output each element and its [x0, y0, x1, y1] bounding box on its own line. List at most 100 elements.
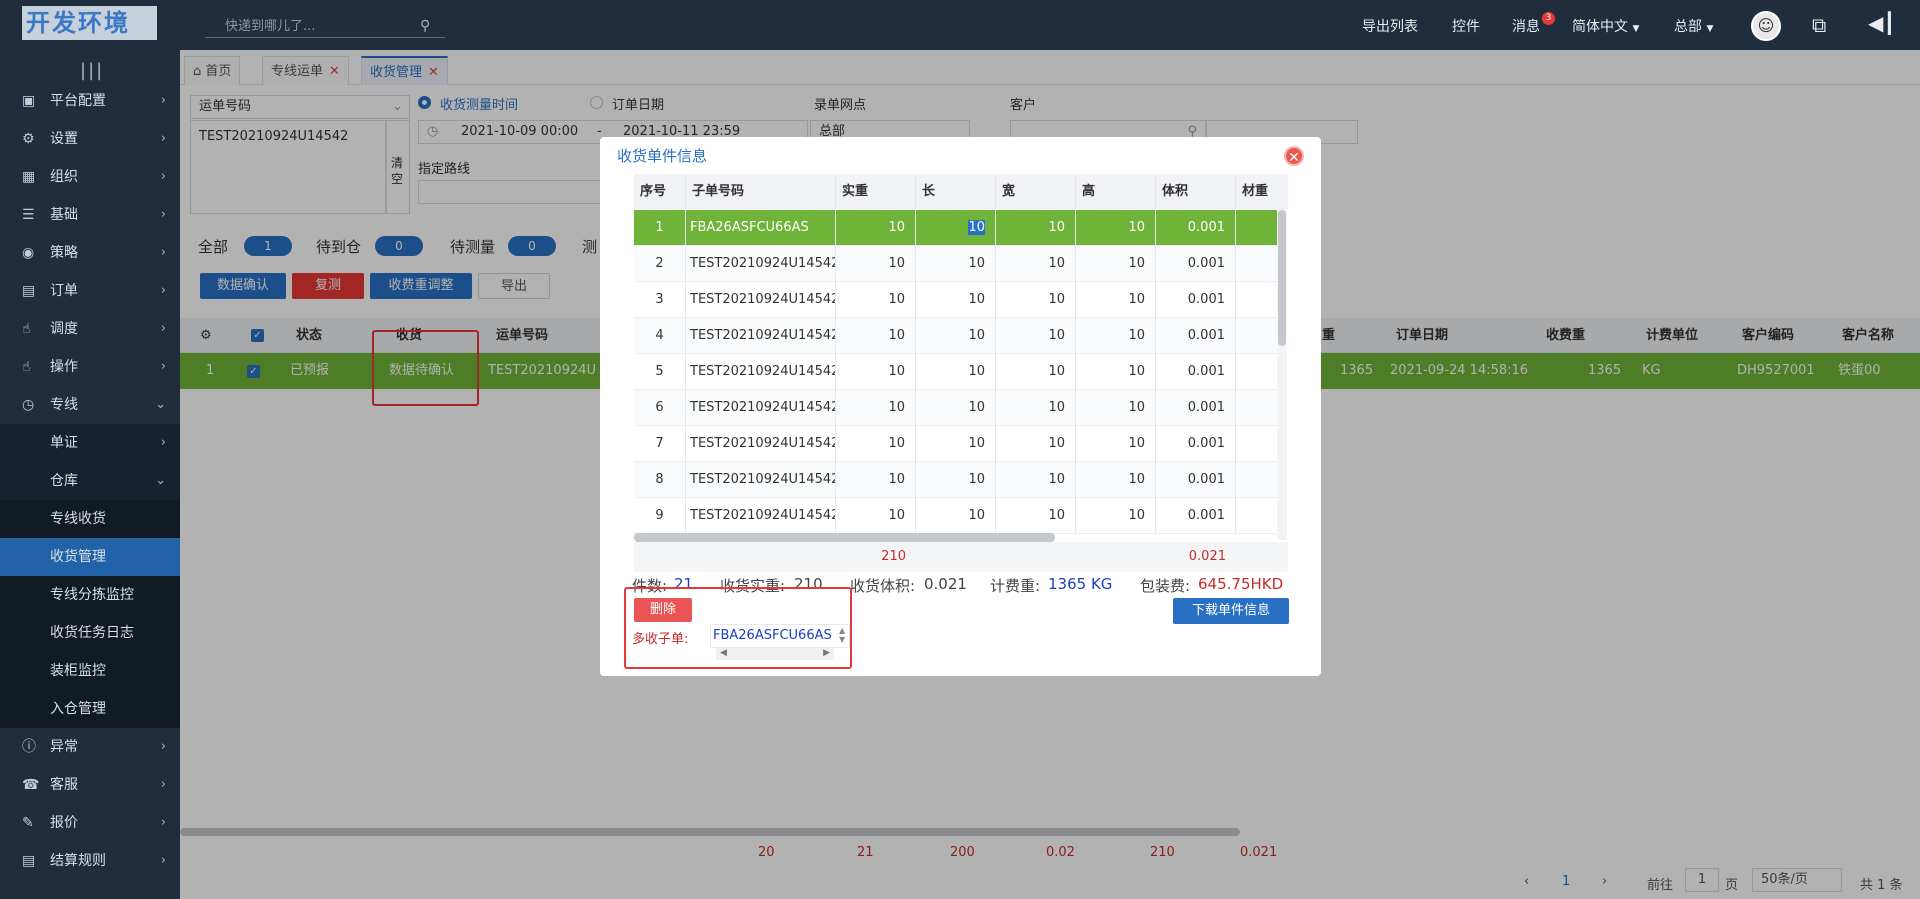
dialog-row-cell[interactable]: 10 — [836, 390, 916, 426]
chevron-right-icon: › — [160, 739, 166, 754]
dialog-row-cell[interactable]: 10 — [996, 390, 1076, 426]
dialog-row-cell[interactable]: 0.001 — [1156, 426, 1236, 462]
dialog-row-cell[interactable]: 10 — [1076, 246, 1156, 282]
sidebar-item-strategy[interactable]: ◉ 策略 › — [0, 234, 180, 272]
dialog-row-cell[interactable]: 10 — [836, 210, 916, 246]
search-icon[interactable]: ⚲ — [420, 18, 430, 34]
layers-icon: ☰ — [22, 207, 35, 223]
dialog-row-cell[interactable]: 10 — [1076, 498, 1156, 534]
dialog-row-cell[interactable]: 10 — [836, 354, 916, 390]
dialog-row-cell[interactable]: 0.001 — [1156, 282, 1236, 318]
dialog-row-cell[interactable]: 10 — [996, 282, 1076, 318]
sidebar-item-orders[interactable]: ▤ 订单 › — [0, 272, 180, 310]
sidebar-toggle-icon[interactable]: ||| — [80, 60, 104, 81]
sidebar-item-label: 基础 — [50, 207, 78, 223]
sidebar-item-receiving-log[interactable]: 收货任务日志 — [0, 614, 180, 652]
dialog-row-cell[interactable]: 10 — [996, 354, 1076, 390]
dialog-row-cell[interactable]: 10 — [1076, 426, 1156, 462]
sidebar-item-platform[interactable]: ▣ 平台配置 › — [0, 82, 180, 120]
close-icon[interactable]: ✕ — [1284, 146, 1304, 166]
language-select[interactable]: 简体中文 ▼ — [1572, 16, 1639, 36]
list-icon: ▤ — [22, 283, 36, 299]
download-pieces-button[interactable]: 下载单件信息 — [1173, 598, 1289, 624]
dialog-row-cell — [1236, 426, 1278, 462]
fullscreen-icon[interactable]: ⧉ — [1812, 13, 1826, 37]
dialog-row-cell[interactable]: 0.001 — [1156, 210, 1236, 246]
dialog-row-cell[interactable]: 10 — [916, 210, 996, 246]
sidebar-item-basic[interactable]: ☰ 基础 › — [0, 196, 180, 234]
dialog-row-cell[interactable]: 10 — [836, 462, 916, 498]
dialog-row-cell[interactable]: 0.001 — [1156, 354, 1236, 390]
dialog-row-cell[interactable]: 0.001 — [1156, 318, 1236, 354]
avatar[interactable]: ☺ — [1751, 11, 1781, 41]
sidebar-item-dispatch[interactable]: ☝ 调度 › — [0, 310, 180, 348]
sidebar-item-label: 专线分拣监控 — [50, 587, 134, 603]
quick-search-input[interactable]: 快递到哪儿了... — [205, 16, 445, 38]
sidebar-item-exception[interactable]: ⓘ 异常 › — [0, 728, 180, 766]
dialog-row-cell[interactable]: 0.001 — [1156, 390, 1236, 426]
messages-link[interactable]: 消息 — [1512, 16, 1540, 36]
sidebar-item-service[interactable]: ☎ 客服 › — [0, 766, 180, 804]
sidebar-item-settlement[interactable]: ▤ 结算规则 › — [0, 842, 180, 880]
dialog-row-cell[interactable]: 10 — [836, 426, 916, 462]
sidebar-item-inbound-management[interactable]: 入仓管理 — [0, 690, 180, 728]
branch-select[interactable]: 总部 ▼ — [1674, 16, 1713, 36]
sidebar-item-receiving-management[interactable]: 收货管理 — [0, 538, 180, 576]
sidebar-item-sort-monitor[interactable]: 专线分拣监控 — [0, 576, 180, 614]
dialog-row-cell[interactable]: 10 — [1076, 462, 1156, 498]
dialog-row-cell[interactable]: 10 — [1076, 282, 1156, 318]
sidebar-item-settings[interactable]: ⚙ 设置 › — [0, 120, 180, 158]
dialog-row-cell[interactable]: 10 — [916, 354, 996, 390]
sidebar-item-label: 异常 — [50, 739, 78, 755]
dialog-row-cell[interactable]: 10 — [996, 498, 1076, 534]
dialog-row-cell — [1236, 210, 1278, 246]
dialog-row-cell[interactable]: 10 — [916, 498, 996, 534]
charge-weight-value: 1365 KG — [1048, 575, 1113, 593]
sidebar-item-warehouse[interactable]: 仓库 ⌄ — [0, 462, 180, 500]
dialog-row-cell[interactable]: 10 — [1076, 390, 1156, 426]
dialog-row-cell[interactable]: 10 — [1076, 318, 1156, 354]
sidebar-item-label: 收货任务日志 — [50, 625, 134, 641]
sidebar-item-operation[interactable]: ☝ 操作 › — [0, 348, 180, 386]
collapse-panel-icon[interactable]: ◀┃ — [1868, 11, 1895, 35]
dialog-row-cell[interactable]: 10 — [996, 318, 1076, 354]
dialog-row-cell[interactable]: 10 — [916, 426, 996, 462]
sidebar-item-dedicated-line[interactable]: ◷ 专线 ⌄ — [0, 386, 180, 424]
dialog-row-cell[interactable]: 10 — [916, 246, 996, 282]
dialog-row-cell[interactable]: 10 — [836, 246, 916, 282]
gear-icon: ⚙ — [22, 131, 35, 147]
dialog-row-cell[interactable]: 10 — [1076, 354, 1156, 390]
receive-volume-label: 收货体积: — [850, 577, 916, 595]
sidebar-item-documents[interactable]: 单证 › — [0, 424, 180, 462]
sidebar-item-line-receiving[interactable]: 专线收货 — [0, 500, 180, 538]
app-logo: 开发环境 — [22, 6, 157, 40]
dialog-row-cell[interactable]: 10 — [996, 426, 1076, 462]
dialog-row-cell[interactable]: 10 — [916, 282, 996, 318]
dialog-horizontal-scrollbar[interactable] — [634, 533, 1055, 542]
dialog-row-sub-order: FBA26ASFCU66AS — [686, 210, 836, 246]
sidebar-item-container-monitor[interactable]: 装柜监控 — [0, 652, 180, 690]
dialog-row-cell[interactable]: 10 — [836, 318, 916, 354]
dialog-row-cell[interactable]: 10 — [836, 498, 916, 534]
sidebar-item-org[interactable]: ▦ 组织 › — [0, 158, 180, 196]
dialog-row-cell[interactable]: 0.001 — [1156, 498, 1236, 534]
dialog-row-cell[interactable]: 10 — [916, 318, 996, 354]
sidebar-item-quote[interactable]: ✎ 报价 › — [0, 804, 180, 842]
dialog-row-cell[interactable]: 0.001 — [1156, 462, 1236, 498]
sidebar-item-label: 仓库 — [50, 473, 78, 489]
dialog-row-cell[interactable]: 10 — [1076, 210, 1156, 246]
dialog-vertical-scroll-thumb[interactable] — [1278, 210, 1286, 346]
dialog-row-cell[interactable]: 10 — [916, 390, 996, 426]
dialog-row-cell[interactable]: 0.001 — [1156, 246, 1236, 282]
dialog-row-seq: 7 — [634, 426, 686, 462]
dialog-row-cell[interactable]: 10 — [996, 246, 1076, 282]
dialog-row-cell[interactable]: 10 — [996, 462, 1076, 498]
dialog-row-cell[interactable]: 10 — [836, 282, 916, 318]
length-edit-input[interactable]: 10 — [968, 220, 985, 235]
widgets-link[interactable]: 控件 — [1452, 16, 1480, 36]
export-list-link[interactable]: 导出列表 — [1362, 16, 1418, 36]
dialog-row-cell[interactable]: 10 — [996, 210, 1076, 246]
dialog-row-cell[interactable]: 10 — [916, 462, 996, 498]
chevron-right-icon: › — [160, 435, 166, 450]
chevron-down-icon: ▼ — [1706, 24, 1714, 34]
